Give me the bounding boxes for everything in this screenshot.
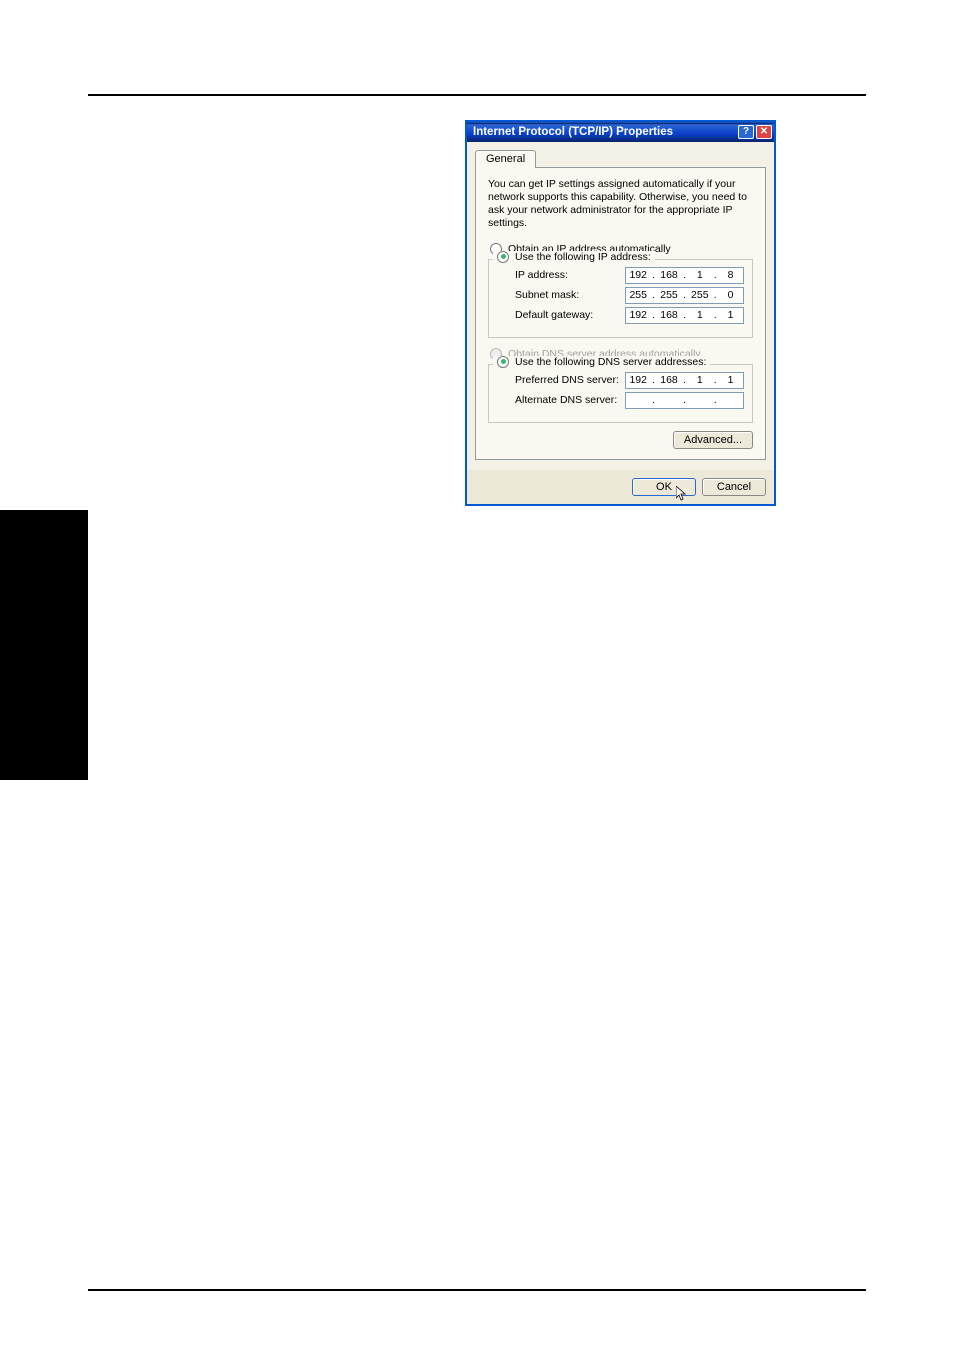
ip-octet: 168 — [657, 374, 681, 386]
ip-octet: 255 — [688, 289, 712, 301]
close-icon[interactable]: ✕ — [756, 125, 772, 139]
titlebar-title: Internet Protocol (TCP/IP) Properties — [473, 126, 738, 138]
page-sidebar-block — [0, 510, 88, 780]
gateway-label: Default gateway: — [515, 309, 625, 321]
ip-octet: 192 — [626, 309, 650, 321]
ip-octet: 192 — [626, 269, 650, 281]
dot: . — [651, 394, 657, 406]
ip-octet: 1 — [688, 374, 712, 386]
subnet-label: Subnet mask: — [515, 289, 625, 301]
dot: . — [712, 309, 718, 321]
preferred-dns-label: Preferred DNS server: — [515, 374, 625, 386]
dot: . — [712, 374, 718, 386]
tabs: General — [475, 150, 766, 168]
ip-octet: 0 — [719, 289, 743, 301]
ip-octet: 168 — [657, 269, 681, 281]
radio-ip-manual-label: Use the following IP address: — [515, 251, 651, 263]
ip-octet: 1 — [719, 374, 743, 386]
ip-octet: 8 — [719, 269, 743, 281]
titlebar-buttons: ? ✕ — [738, 125, 772, 139]
ip-address-row: IP address: 192. 168. 1. 8 — [497, 267, 744, 284]
tcpip-properties-dialog: Internet Protocol (TCP/IP) Properties ? … — [465, 120, 776, 506]
dot: . — [712, 394, 718, 406]
page-top-rule — [88, 94, 866, 96]
dot: . — [681, 374, 687, 386]
subnet-row: Subnet mask: 255. 255. 255. 0 — [497, 287, 744, 304]
help-icon[interactable]: ? — [738, 125, 754, 139]
dialog-footer: OK Cancel — [467, 470, 774, 504]
dot: . — [651, 289, 657, 301]
alternate-dns-label: Alternate DNS server: — [515, 394, 625, 406]
radio-icon — [497, 251, 509, 263]
ip-manual-group: Use the following IP address: IP address… — [488, 259, 753, 338]
dot: . — [681, 394, 687, 406]
ip-octet: 1 — [719, 309, 743, 321]
dot: . — [651, 309, 657, 321]
ip-octet: 255 — [626, 289, 650, 301]
ip-address-input[interactable]: 192. 168. 1. 8 — [625, 267, 744, 284]
advanced-row: Advanced... — [488, 431, 753, 449]
ok-button[interactable]: OK — [632, 478, 696, 496]
gateway-row: Default gateway: 192. 168. 1. 1 — [497, 307, 744, 324]
alternate-dns-row: Alternate DNS server: . . . — [497, 392, 744, 409]
dot: . — [712, 289, 718, 301]
ip-octet: 192 — [626, 374, 650, 386]
dialog-body: General You can get IP settings assigned… — [467, 142, 774, 470]
radio-icon — [497, 356, 509, 368]
subnet-input[interactable]: 255. 255. 255. 0 — [625, 287, 744, 304]
dot: . — [681, 309, 687, 321]
dot: . — [712, 269, 718, 281]
radio-dns-manual-label: Use the following DNS server addresses: — [515, 356, 706, 368]
radio-ip-manual[interactable]: Use the following IP address: — [493, 251, 655, 263]
dot: . — [681, 289, 687, 301]
titlebar[interactable]: Internet Protocol (TCP/IP) Properties ? … — [467, 122, 774, 142]
alternate-dns-input[interactable]: . . . — [625, 392, 744, 409]
radio-dns-manual[interactable]: Use the following DNS server addresses: — [493, 356, 710, 368]
ip-address-label: IP address: — [515, 269, 625, 281]
dot: . — [681, 269, 687, 281]
ip-octet: 168 — [657, 309, 681, 321]
ip-octet: 1 — [688, 269, 712, 281]
dot: . — [651, 269, 657, 281]
cancel-button[interactable]: Cancel — [702, 478, 766, 496]
page-bottom-rule — [88, 1289, 866, 1291]
advanced-button[interactable]: Advanced... — [673, 431, 753, 449]
dot: . — [651, 374, 657, 386]
preferred-dns-input[interactable]: 192. 168. 1. 1 — [625, 372, 744, 389]
gateway-input[interactable]: 192. 168. 1. 1 — [625, 307, 744, 324]
tab-general[interactable]: General — [475, 150, 536, 168]
ip-octet: 255 — [657, 289, 681, 301]
preferred-dns-row: Preferred DNS server: 192. 168. 1. 1 — [497, 372, 744, 389]
dns-manual-group: Use the following DNS server addresses: … — [488, 364, 753, 423]
ip-octet: 1 — [688, 309, 712, 321]
description-text: You can get IP settings assigned automat… — [488, 178, 753, 231]
tab-panel-general: You can get IP settings assigned automat… — [475, 167, 766, 460]
